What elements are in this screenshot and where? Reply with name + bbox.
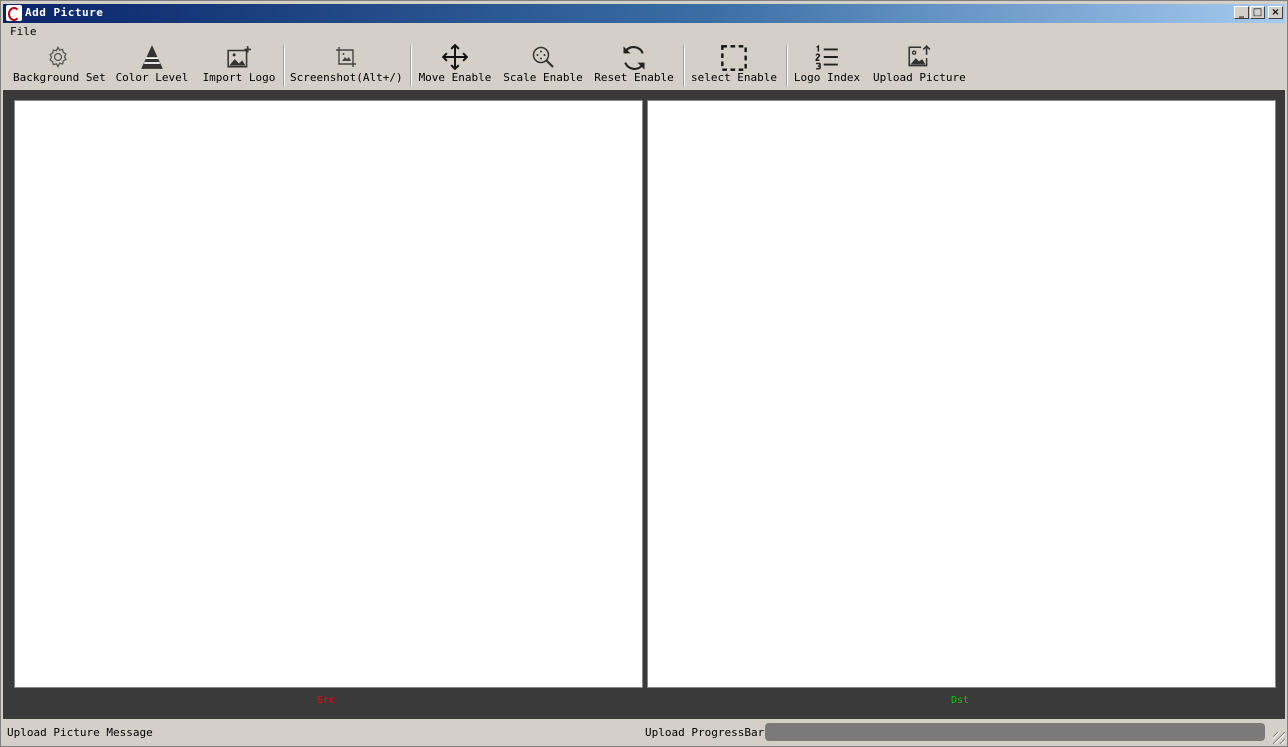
move-arrows-icon	[415, 44, 495, 72]
import-logo-button[interactable]: Import Logo	[199, 44, 279, 88]
minimize-button[interactable]: _	[1234, 6, 1249, 19]
screenshot-label: Screenshot(Alt+/)	[290, 71, 403, 84]
select-enable-label: select Enable	[690, 71, 778, 84]
upload-picture-label: Upload Picture	[873, 71, 966, 84]
background-set-button[interactable]: Background Set	[13, 44, 106, 88]
gear-icon	[13, 44, 103, 72]
status-bar: Upload Picture Message Upload ProgressBa…	[3, 720, 1285, 744]
toolbar: Background Set Color Level Import Logo S…	[3, 41, 1285, 89]
menu-bar: File	[3, 24, 1285, 40]
image-add-icon	[199, 44, 279, 72]
upload-picture-button[interactable]: Upload Picture	[873, 44, 966, 88]
menu-file[interactable]: File	[10, 25, 37, 38]
canvas-area: Src Dst	[3, 90, 1285, 719]
scale-enable-label: Scale Enable	[503, 71, 583, 84]
selection-icon	[690, 44, 778, 72]
select-enable-button[interactable]: select Enable	[690, 44, 778, 88]
logo-index-button[interactable]: Logo Index	[793, 44, 861, 88]
app-logo-icon	[6, 5, 22, 21]
pyramid-icon	[113, 44, 191, 72]
zoom-icon	[502, 44, 584, 72]
src-label: Src	[317, 695, 336, 706]
numbered-list-icon	[793, 44, 861, 72]
maximize-button[interactable]: □	[1250, 6, 1265, 19]
move-enable-button[interactable]: Move Enable	[415, 44, 495, 88]
color-level-label: Color Level	[115, 71, 189, 84]
resize-grip-icon[interactable]	[1273, 732, 1285, 744]
title-bar[interactable]: Add Picture _ □ ×	[3, 4, 1285, 23]
color-level-button[interactable]: Color Level	[113, 44, 191, 88]
import-logo-label: Import Logo	[202, 71, 276, 84]
toolbar-separator	[410, 45, 412, 87]
toolbar-separator	[283, 45, 285, 87]
src-canvas[interactable]	[14, 100, 643, 688]
close-button[interactable]: ×	[1268, 6, 1283, 19]
reset-enable-label: Reset Enable	[594, 71, 674, 84]
toolbar-separator	[786, 45, 788, 87]
dst-canvas[interactable]	[647, 100, 1276, 688]
dst-label: Dst	[951, 695, 970, 706]
upload-progress-bar	[765, 723, 1265, 741]
background-set-label: Background Set	[13, 71, 106, 84]
app-window: Add Picture _ □ × File Background Set Co…	[0, 0, 1288, 747]
move-enable-label: Move Enable	[418, 71, 492, 84]
refresh-icon	[592, 44, 676, 72]
screenshot-button[interactable]: Screenshot(Alt+/)	[290, 44, 403, 88]
logo-index-label: Logo Index	[793, 71, 861, 84]
reset-enable-button[interactable]: Reset Enable	[592, 44, 676, 88]
upload-status-message: Upload Picture Message	[7, 726, 153, 739]
window-title: Add Picture	[25, 6, 104, 19]
scale-enable-button[interactable]: Scale Enable	[502, 44, 584, 88]
toolbar-separator	[683, 45, 685, 87]
upload-progress-label: Upload ProgressBar:	[645, 726, 771, 739]
crop-image-icon	[290, 44, 402, 72]
image-upload-icon	[873, 44, 965, 72]
